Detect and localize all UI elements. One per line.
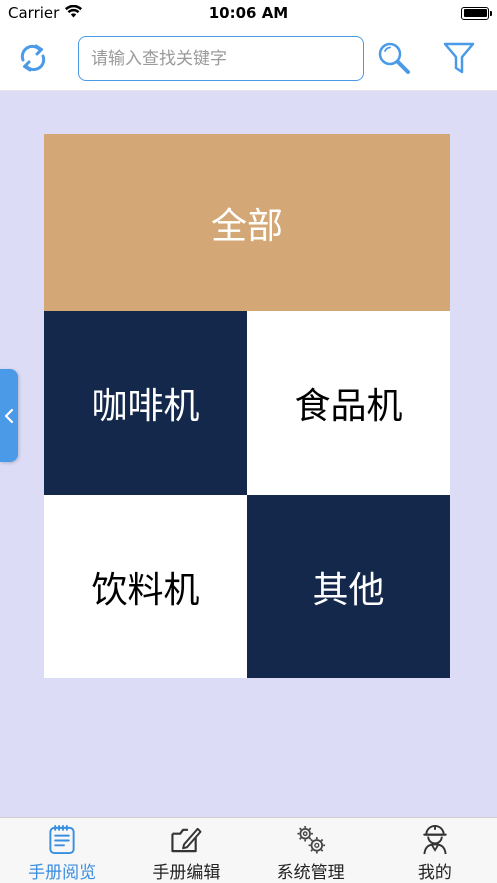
category-coffee-label: 咖啡机 — [91, 386, 200, 427]
battery-icon — [461, 6, 492, 20]
category-all-label: 全部 — [210, 205, 283, 247]
tab-label: 系统管理 — [276, 863, 345, 883]
search-input[interactable] — [78, 36, 364, 81]
status-left: Carrier — [8, 4, 83, 22]
category-all-tile[interactable]: 全部 — [44, 134, 450, 311]
category-other-label: 其他 — [312, 569, 385, 611]
category-drink-label: 饮料机 — [91, 569, 200, 611]
category-grid: 全部 咖啡机 食品机 饮料机 其他 — [44, 134, 450, 678]
refresh-button[interactable] — [11, 36, 55, 80]
wifi-icon — [65, 4, 83, 22]
tab-label: 手册阅览 — [28, 863, 97, 883]
tab-manual-browse[interactable]: 手册阅览 — [0, 818, 124, 883]
search-button[interactable] — [372, 36, 416, 80]
category-coffee-tile[interactable]: 咖啡机 — [44, 311, 247, 495]
refresh-icon — [20, 44, 46, 72]
document-icon — [49, 824, 75, 855]
gears-icon — [297, 825, 325, 854]
chevron-left-icon — [4, 408, 14, 423]
tab-manual-edit[interactable]: 手册编辑 — [124, 818, 248, 883]
category-food-label: 食品机 — [294, 386, 403, 427]
battery-fill — [463, 9, 487, 17]
search-icon — [378, 42, 410, 74]
nav-bar — [0, 26, 497, 91]
category-other-tile[interactable]: 其他 — [247, 495, 450, 678]
side-drawer-handle[interactable] — [0, 369, 18, 462]
tab-system-admin[interactable]: 系统管理 — [249, 818, 373, 883]
tab-label: 我的 — [417, 863, 452, 883]
tab-mine[interactable]: 我的 — [373, 818, 497, 883]
worker-icon — [423, 824, 447, 855]
category-drink-tile[interactable]: 饮料机 — [44, 495, 247, 678]
tab-bar: 手册阅览 手册编辑 系统管理 我的 — [0, 817, 497, 883]
filter-icon — [443, 42, 475, 74]
edit-folder-icon — [171, 827, 202, 853]
carrier-label: Carrier — [8, 4, 60, 22]
tab-label: 手册编辑 — [152, 863, 221, 883]
category-food-tile[interactable]: 食品机 — [247, 311, 450, 495]
filter-button[interactable] — [437, 36, 481, 80]
status-bar: Carrier 10:06 AM — [0, 0, 497, 26]
